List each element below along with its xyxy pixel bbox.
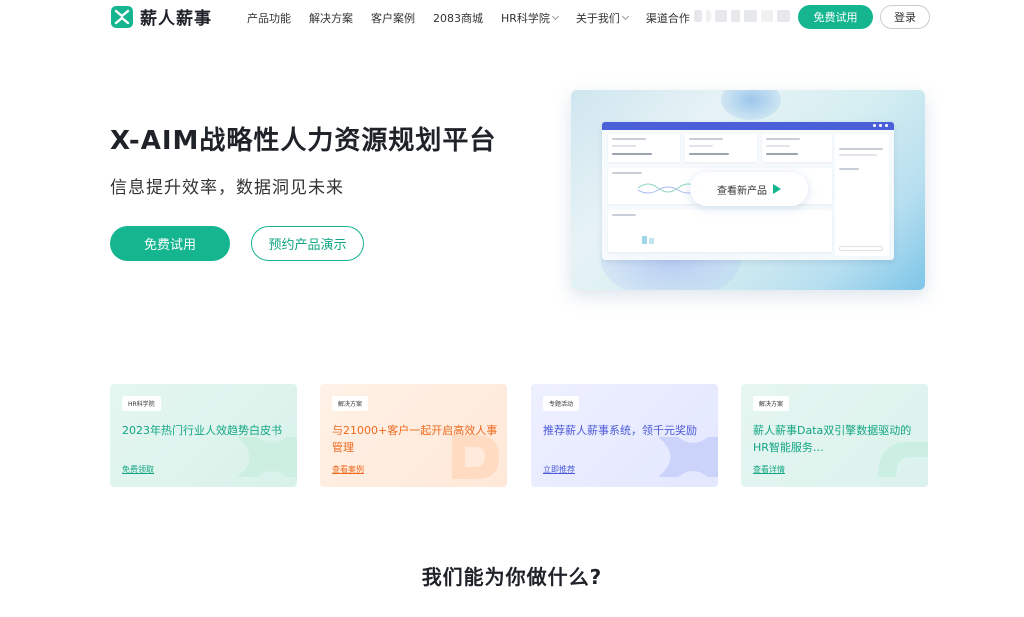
nav-label: 解决方案 — [309, 12, 353, 25]
card-link[interactable]: 立即推荐 — [543, 464, 575, 475]
nav-label: 产品功能 — [247, 12, 291, 25]
nav-item-solutions[interactable]: 解决方案 — [309, 10, 353, 26]
brand-name: 薪人薪事 — [140, 9, 212, 29]
promo-card-referral[interactable]: 专题活动 推荐薪人薪事系统，领千元奖励 立即推荐 — [531, 384, 718, 487]
view-new-product-button[interactable]: 查看新产品 — [690, 172, 808, 206]
product-preview[interactable]: 查看新产品 — [571, 90, 925, 290]
card-title: 薪人薪事Data双引擎数据驱动的HR智能服务… — [753, 424, 912, 454]
mockup-sidebar — [835, 134, 889, 256]
mockup-wave — [638, 183, 698, 194]
nav-item-mall[interactable]: 2083商城 — [433, 10, 483, 26]
nav-item-hr-academy[interactable]: HR科学院 — [501, 10, 559, 26]
top-header: 薪人薪事 产品功能 解决方案 客户案例 2083商城 HR科学院 关于我们 渠道… — [0, 0, 1024, 34]
card-title: 与21000+客户一起开启高效人事管理 — [332, 424, 498, 454]
login-button[interactable]: 登录 — [880, 5, 930, 29]
promo-card-cases[interactable]: 解决方案 与21000+客户一起开启高效人事管理 查看案例 — [320, 384, 507, 487]
nav-label: 渠道合作 — [645, 12, 690, 25]
chevron-down-icon — [551, 12, 559, 21]
nav-item-cases[interactable]: 客户案例 — [371, 10, 415, 26]
glow-decoration — [721, 90, 781, 120]
book-demo-button[interactable]: 预约产品演示 — [251, 226, 364, 261]
brand-logo[interactable]: 薪人薪事 — [110, 4, 212, 29]
logo-icon — [111, 5, 133, 28]
card-link[interactable]: 查看案例 — [332, 464, 364, 475]
hero-title: X-AIM战略性人力资源规划平台 — [110, 126, 497, 156]
blurred-phone-number — [694, 10, 791, 22]
section-title: 我们能为你做什么? — [421, 565, 603, 589]
promo-card-data-engine[interactable]: 解决方案 薪人薪事Data双引擎数据驱动的HR智能服务… 查看详情 — [741, 384, 928, 487]
mockup-stat-card — [762, 134, 832, 162]
mockup-stat-card — [608, 134, 680, 162]
card-link[interactable]: 免费领取 — [122, 464, 154, 475]
window-dots — [873, 124, 888, 127]
nav-item-products[interactable]: 产品功能 — [247, 10, 291, 26]
chevron-down-icon — [621, 12, 629, 21]
play-icon — [773, 184, 781, 194]
view-new-product-label: 查看新产品 — [717, 185, 767, 197]
mockup-chart-card — [608, 210, 832, 252]
hero-subtitle: 信息提升效率，数据洞见未来 — [110, 178, 344, 198]
nav-label: 关于我们 — [575, 12, 620, 25]
card-link[interactable]: 查看详情 — [753, 464, 785, 475]
card-tag: 解决方案 — [753, 396, 790, 411]
nav-item-about[interactable]: 关于我们 — [575, 10, 629, 26]
mockup-stat-card — [685, 134, 757, 162]
card-title: 2023年热门行业人效趋势白皮书 — [122, 424, 282, 437]
nav-label: HR科学院 — [501, 12, 550, 25]
nav-item-channel[interactable]: 渠道合作 — [646, 10, 690, 26]
card-tag: 解决方案 — [332, 396, 369, 411]
main-nav: 产品功能 解决方案 客户案例 2083商城 HR科学院 关于我们 渠道合作 — [247, 10, 708, 26]
card-title: 推荐薪人薪事系统，领千元奖励 — [543, 424, 697, 437]
nav-label: 客户案例 — [371, 12, 415, 25]
promo-card-whitepaper[interactable]: HR科学院 2023年热门行业人效趋势白皮书 免费领取 — [110, 384, 297, 487]
hero-free-trial-button[interactable]: 免费试用 — [110, 226, 230, 261]
free-trial-button[interactable]: 免费试用 — [798, 5, 873, 29]
card-tag: 专题活动 — [543, 396, 580, 411]
mockup-titlebar — [602, 122, 894, 130]
card-tag: HR科学院 — [122, 396, 161, 411]
nav-label: 2083商城 — [433, 12, 483, 25]
